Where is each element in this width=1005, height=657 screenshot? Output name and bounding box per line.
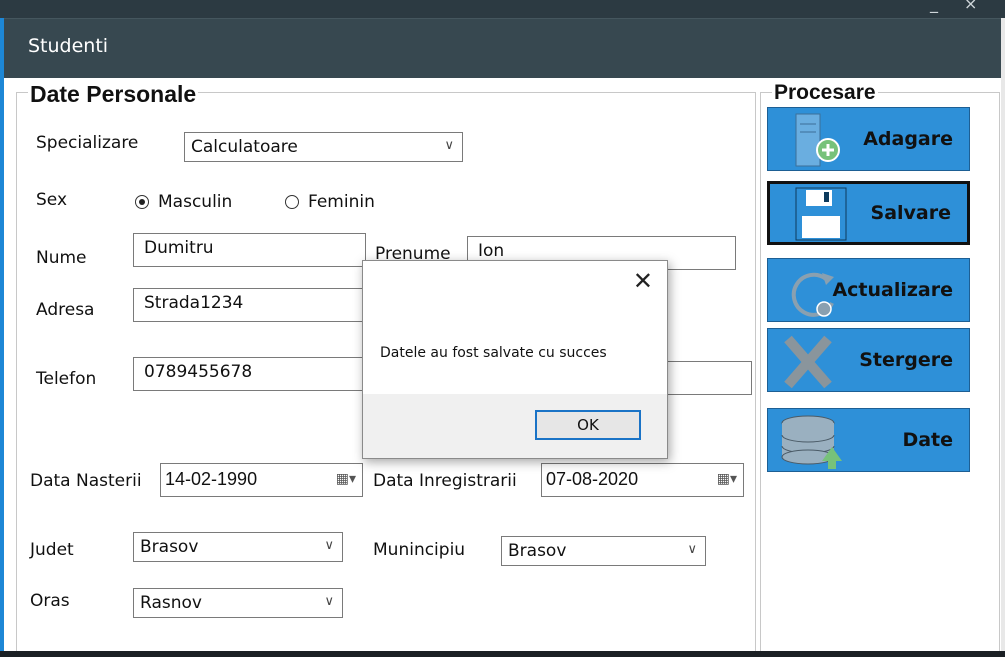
processing-legend: Procesare (772, 81, 878, 105)
adagare-label: Adagare (863, 128, 953, 150)
success-dialog: ✕ Datele au fost salvate cu succes OK (362, 260, 668, 459)
chevron-down-icon: ∨ (324, 594, 334, 609)
stergere-label: Stergere (859, 349, 953, 371)
adresa-label: Adresa (36, 300, 95, 320)
sex-masculin-radio[interactable] (135, 195, 149, 209)
oras-value: Rasnov (140, 593, 202, 613)
actualizare-button[interactable]: Actualizare (767, 258, 970, 322)
specializare-dropdown[interactable]: Calculatoare ∨ (184, 132, 463, 162)
nume-label: Nume (36, 248, 87, 268)
date-button[interactable]: Date (767, 408, 970, 472)
bottom-edge (0, 651, 1005, 657)
data-inregistrarii-value: 07-08-2020 (546, 469, 639, 489)
floppy-disk-icon (780, 186, 850, 246)
chevron-down-icon: ∨ (687, 542, 697, 557)
sex-masculin-label: Masculin (158, 192, 233, 212)
data-inregistrarii-label: Data Inregistrarii (373, 471, 517, 491)
actualizare-label: Actualizare (832, 279, 953, 301)
judet-value: Brasov (140, 537, 199, 557)
adresa-input[interactable]: Strada1234 (133, 288, 366, 322)
personal-data-legend: Date Personale (28, 81, 199, 108)
salvare-label: Salvare (870, 202, 951, 224)
window-title: Studenti (28, 35, 109, 57)
background-window-edge-right (1001, 18, 1005, 657)
telefon-label: Telefon (36, 369, 97, 389)
dialog-message: Datele au fost salvate cu succes (380, 345, 607, 361)
sex-label: Sex (36, 190, 68, 210)
calendar-dropdown-icon: ▦▾ (335, 470, 356, 486)
nume-input[interactable]: Dumitru (133, 233, 366, 267)
specializare-label: Specializare (36, 133, 139, 153)
data-inregistrarii-picker[interactable]: 07-08-2020 ▦▾ (541, 463, 744, 497)
data-nasterii-value: 14-02-1990 (165, 469, 258, 489)
municipiu-label: Munincipiu (373, 540, 466, 560)
stergere-button[interactable]: Stergere (767, 328, 970, 392)
municipiu-dropdown[interactable]: Brasov ∨ (501, 536, 706, 566)
chevron-down-icon: ∨ (444, 138, 454, 153)
sex-feminin-label: Feminin (308, 192, 375, 212)
salvare-button[interactable]: Salvare (767, 181, 970, 245)
oras-label: Oras (30, 591, 70, 611)
close-window-button[interactable]: × (964, 0, 977, 13)
title-bar: Studenti (4, 18, 1001, 79)
database-icon (778, 413, 848, 473)
data-nasterii-label: Data Nasterii (30, 471, 142, 491)
specializare-value: Calculatoare (191, 137, 298, 157)
adagare-button[interactable]: Adagare (767, 107, 970, 171)
calendar-dropdown-icon: ▦▾ (716, 470, 737, 486)
telefon-input[interactable]: 0789455678 (133, 357, 366, 391)
delete-x-icon (778, 333, 848, 393)
data-nasterii-picker[interactable]: 14-02-1990 ▦▾ (160, 463, 363, 497)
close-icon[interactable]: ✕ (633, 267, 653, 295)
chevron-down-icon: ∨ (324, 538, 334, 553)
date-label: Date (902, 429, 953, 451)
oras-dropdown[interactable]: Rasnov ∨ (133, 588, 343, 618)
window-top-bar: _ × (0, 0, 1005, 18)
ok-button[interactable]: OK (535, 410, 641, 440)
judet-dropdown[interactable]: Brasov ∨ (133, 532, 343, 562)
municipiu-value: Brasov (508, 541, 567, 561)
judet-label: Judet (30, 540, 74, 560)
add-document-icon (778, 112, 848, 172)
sex-feminin-radio[interactable] (285, 195, 299, 209)
dialog-footer: OK (363, 394, 667, 458)
minimize-button[interactable]: _ (930, 0, 938, 13)
